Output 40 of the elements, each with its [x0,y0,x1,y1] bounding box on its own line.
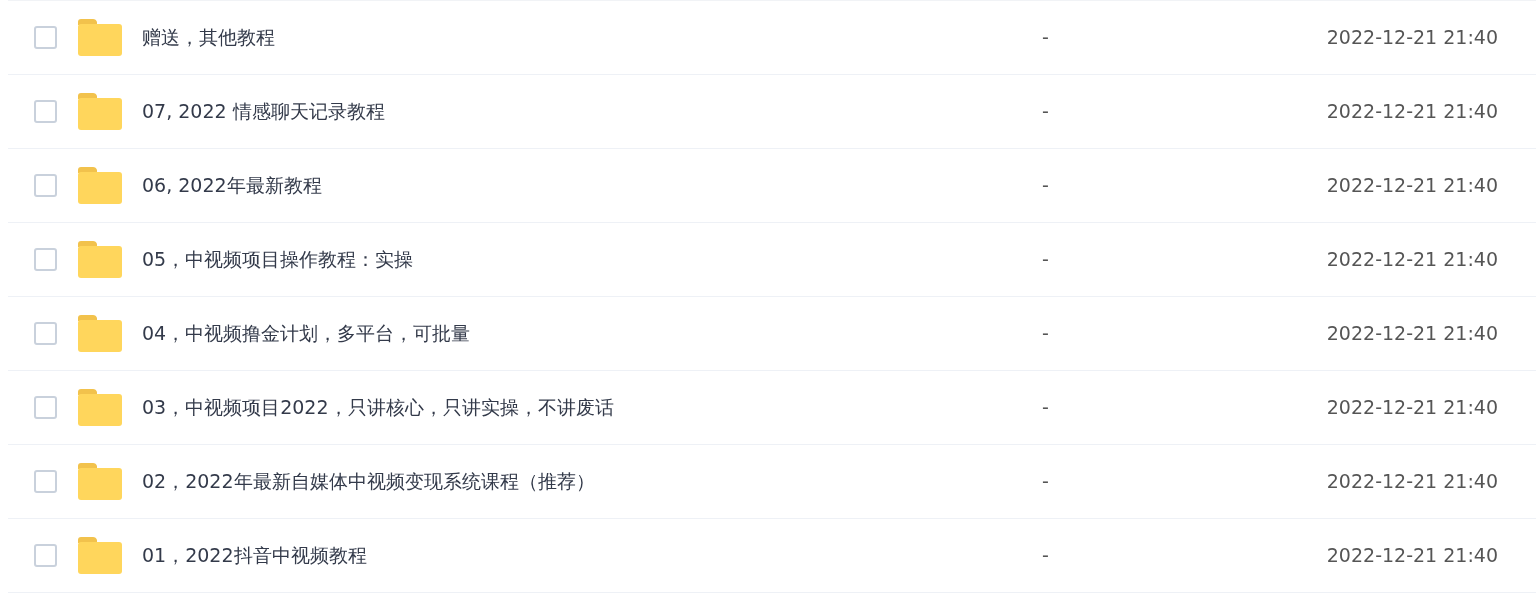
checkbox[interactable] [34,248,57,271]
checkbox[interactable] [34,396,57,419]
checkbox[interactable] [34,544,57,567]
modified-date: 2022-12-21 21:40 [1326,395,1498,421]
modified-date: 2022-12-21 21:40 [1326,173,1498,199]
folder-icon [78,389,122,426]
checkbox[interactable] [34,100,57,123]
folder-icon [78,19,122,56]
folder-icon [78,167,122,204]
folder-name[interactable]: 赠送，其他教程 [142,26,275,49]
file-size: - [1042,26,1049,49]
folder-name[interactable]: 02，2022年最新自媒体中视频变现系统课程（推荐） [142,470,595,493]
checkbox[interactable] [34,174,57,197]
file-size: - [1042,322,1049,345]
file-size: - [1042,544,1049,567]
file-size: - [1042,100,1049,123]
modified-date: 2022-12-21 21:40 [1326,469,1498,495]
folder-icon [78,93,122,130]
folder-name[interactable]: 04，中视频撸金计划，多平台，可批量 [142,322,471,345]
folder-name[interactable]: 03，中视频项目2022，只讲核心，只讲实操，不讲废话 [142,396,614,419]
modified-date: 2022-12-21 21:40 [1326,543,1498,569]
folder-icon [78,315,122,352]
folder-name[interactable]: 05，中视频项目操作教程：实操 [142,248,414,271]
checkbox[interactable] [34,470,57,493]
file-size: - [1042,174,1049,197]
folder-icon [78,463,122,500]
modified-date: 2022-12-21 21:40 [1326,321,1498,347]
modified-date: 2022-12-21 21:40 [1326,247,1498,273]
file-size: - [1042,248,1049,271]
folder-name[interactable]: 06, 2022年最新教程 [142,174,322,197]
folder-name[interactable]: 01，2022抖音中视频教程 [142,544,367,567]
modified-date: 2022-12-21 21:40 [1326,99,1498,125]
folder-icon [78,241,122,278]
file-size: - [1042,470,1049,493]
file-size: - [1042,396,1049,419]
folder-icon [78,537,122,574]
folder-name[interactable]: 07, 2022 情感聊天记录教程 [142,100,385,123]
checkbox[interactable] [34,322,57,345]
checkbox[interactable] [34,26,57,49]
modified-date: 2022-12-21 21:40 [1326,25,1498,51]
